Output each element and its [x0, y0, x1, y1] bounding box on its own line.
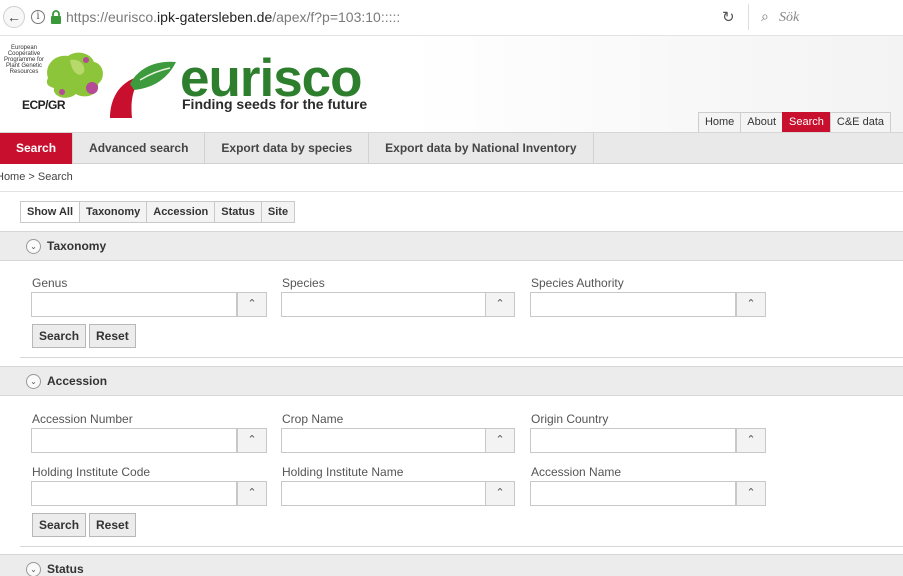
- eurisco-leaf-logo: [110, 61, 176, 118]
- holding-institute-name-label: Holding Institute Name: [282, 465, 404, 479]
- subtab-taxonomy[interactable]: Taxonomy: [79, 201, 148, 223]
- accession-number-input[interactable]: [31, 428, 237, 453]
- reload-icon[interactable]: ↻: [722, 8, 735, 26]
- tab-advanced-search[interactable]: Advanced search: [73, 133, 206, 164]
- accession-name-label: Accession Name: [531, 465, 622, 479]
- chevron-up-icon[interactable]: ⌃: [485, 428, 515, 453]
- subtab-site[interactable]: Site: [260, 201, 296, 223]
- taxonomy-title: Taxonomy: [47, 239, 107, 253]
- chevron-down-icon[interactable]: ⌄: [26, 374, 41, 389]
- region-subtabs: Show All Taxonomy Accession Status Site: [20, 201, 296, 223]
- ecp-logo-icon: [46, 52, 103, 98]
- species-label: Species: [282, 276, 325, 290]
- divider: [20, 546, 903, 547]
- taxonomy-reset-button[interactable]: Reset: [89, 324, 136, 348]
- origin-country-input[interactable]: [530, 428, 736, 453]
- holding-institute-code-label: Holding Institute Code: [32, 465, 151, 479]
- chevron-up-icon[interactable]: ⌃: [736, 481, 766, 506]
- taxonomy-search-button[interactable]: Search: [32, 324, 87, 348]
- chevron-up-icon[interactable]: ⌃: [237, 428, 267, 453]
- taxonomy-region-header[interactable]: ⌄ Taxonomy: [0, 231, 903, 261]
- subtab-accession[interactable]: Accession: [146, 201, 216, 223]
- species-authority-input[interactable]: [530, 292, 736, 317]
- info-icon[interactable]: i: [31, 10, 45, 24]
- accession-region-header[interactable]: ⌄ Accession: [0, 366, 903, 396]
- chevron-up-icon[interactable]: ⌃: [485, 481, 515, 506]
- tab-export-by-species[interactable]: Export data by species: [205, 133, 370, 164]
- search-icon: ⌕: [761, 8, 769, 24]
- browser-search-box[interactable]: ⌕ Sök: [748, 4, 903, 30]
- origin-country-label: Origin Country: [531, 412, 609, 426]
- holding-institute-name-input[interactable]: [281, 481, 487, 506]
- chevron-up-icon[interactable]: ⌃: [485, 292, 515, 317]
- accession-search-button[interactable]: Search: [32, 513, 87, 537]
- holding-institute-code-input[interactable]: [31, 481, 237, 506]
- chevron-up-icon[interactable]: ⌃: [237, 481, 267, 506]
- top-nav-ce-data[interactable]: C&E data: [829, 112, 891, 132]
- accession-reset-button[interactable]: Reset: [89, 513, 136, 537]
- tab-search[interactable]: Search: [0, 133, 74, 164]
- lock-icon: [51, 10, 61, 24]
- top-nav-about[interactable]: About: [740, 112, 784, 132]
- status-title: Status: [47, 562, 84, 576]
- crop-name-label: Crop Name: [282, 412, 344, 426]
- chevron-up-icon[interactable]: ⌃: [736, 292, 766, 317]
- chevron-up-icon[interactable]: ⌃: [736, 428, 766, 453]
- crop-name-input[interactable]: [281, 428, 487, 453]
- status-region-header[interactable]: ⌄ Status: [0, 554, 903, 576]
- subtab-status[interactable]: Status: [214, 201, 262, 223]
- accession-name-input[interactable]: [530, 481, 736, 506]
- main-tabs: Search Advanced search Export data by sp…: [0, 132, 903, 164]
- url-field[interactable]: https://eurisco.ipk-gatersleben.de/apex/…: [66, 9, 400, 25]
- breadcrumb-bar: Home > Search: [0, 164, 903, 192]
- site-header: European Cooperative Programme for Plant…: [0, 36, 903, 132]
- subtab-show-all[interactable]: Show All: [20, 201, 81, 223]
- accession-title: Accession: [47, 374, 108, 388]
- top-nav-home[interactable]: Home: [697, 112, 742, 132]
- chevron-down-icon[interactable]: ⌄: [26, 239, 41, 254]
- browser-search-placeholder: Sök: [779, 10, 800, 25]
- genus-label: Genus: [32, 276, 68, 290]
- top-nav-search[interactable]: Search: [782, 112, 831, 132]
- breadcrumb[interactable]: Home > Search: [0, 171, 73, 183]
- top-nav: Home About Search C&E data: [697, 112, 891, 132]
- genus-input[interactable]: [31, 292, 237, 317]
- chevron-down-icon[interactable]: ⌄: [26, 562, 41, 576]
- ecp-logo-label: ECP/GR: [22, 98, 66, 112]
- species-input[interactable]: [281, 292, 487, 317]
- back-arrow-icon[interactable]: ←: [3, 6, 25, 28]
- species-authority-label: Species Authority: [531, 276, 624, 290]
- accession-number-label: Accession Number: [32, 412, 133, 426]
- tab-export-by-national-inventory[interactable]: Export data by National Inventory: [369, 133, 594, 164]
- chevron-up-icon[interactable]: ⌃: [237, 292, 267, 317]
- browser-address-bar: ← i https://eurisco.ipk-gatersleben.de/a…: [0, 0, 903, 36]
- divider: [20, 357, 903, 358]
- tagline: Finding seeds for the future: [182, 96, 368, 112]
